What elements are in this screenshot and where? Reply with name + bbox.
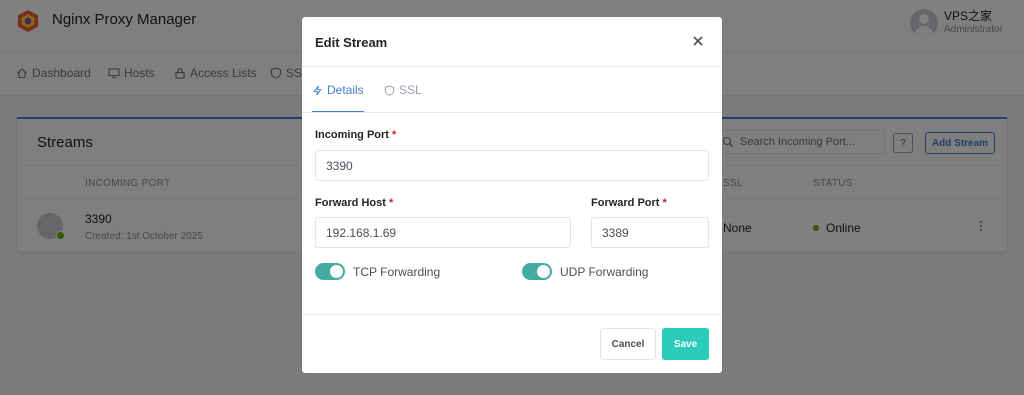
edit-stream-modal: Edit Stream Details SSL Incoming Port * … bbox=[302, 17, 722, 373]
required-marker: * bbox=[662, 197, 667, 209]
tab-details[interactable]: Details bbox=[312, 83, 364, 97]
tab-ssl[interactable]: SSL bbox=[384, 83, 422, 97]
divider bbox=[302, 66, 722, 67]
tcp-forwarding-toggle[interactable] bbox=[315, 263, 345, 280]
incoming-port-label-text: Incoming Port bbox=[315, 129, 389, 141]
required-marker: * bbox=[388, 197, 394, 209]
close-icon[interactable] bbox=[691, 34, 705, 48]
forward-host-label: Forward Host * bbox=[315, 197, 393, 209]
forward-port-input[interactable] bbox=[591, 217, 709, 248]
incoming-port-input[interactable] bbox=[315, 150, 709, 181]
footer-divider bbox=[302, 314, 722, 315]
udp-forwarding-toggle[interactable] bbox=[522, 263, 552, 280]
udp-forwarding-label: UDP Forwarding bbox=[560, 265, 649, 279]
lightning-icon bbox=[313, 85, 322, 95]
incoming-port-label: Incoming Port * bbox=[315, 129, 396, 141]
save-button[interactable]: Save bbox=[662, 328, 709, 360]
modal-title: Edit Stream bbox=[315, 35, 388, 50]
cancel-button[interactable]: Cancel bbox=[600, 328, 656, 360]
tabs-divider bbox=[302, 112, 722, 113]
tab-ssl-label: SSL bbox=[399, 83, 422, 97]
forward-host-label-text: Forward Host bbox=[315, 197, 386, 209]
forward-port-label: Forward Port * bbox=[591, 197, 667, 209]
tab-details-label: Details bbox=[327, 83, 364, 97]
required-marker: * bbox=[392, 129, 397, 141]
tcp-forwarding-label: TCP Forwarding bbox=[353, 265, 441, 279]
forward-port-label-text: Forward Port bbox=[591, 197, 660, 209]
forward-host-input[interactable] bbox=[315, 217, 571, 248]
shield-icon bbox=[384, 84, 395, 96]
